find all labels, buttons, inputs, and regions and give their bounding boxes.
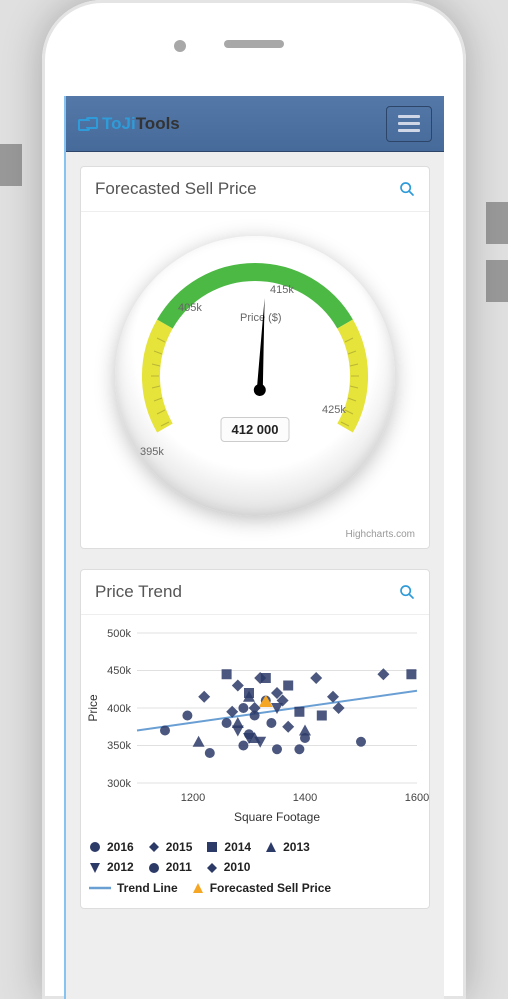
chart-legend: 2016 2015 2014 2013 2012 2011 2010 Trend… bbox=[81, 833, 429, 908]
xtick-1600: 1600 bbox=[405, 792, 429, 804]
forecast-panel-title: Forecasted Sell Price bbox=[95, 179, 257, 199]
legend-label: 2011 bbox=[166, 857, 192, 877]
brand-prefix: ToJi bbox=[102, 114, 136, 133]
legend-2012[interactable]: 2012 bbox=[89, 857, 134, 877]
trend-panel-title: Price Trend bbox=[95, 582, 182, 602]
hamburger-icon bbox=[398, 122, 420, 125]
legend-label: 2013 bbox=[283, 837, 310, 857]
legend-label: 2015 bbox=[166, 837, 193, 857]
gauge-arcs bbox=[115, 236, 395, 516]
legend-2016[interactable]: 2016 bbox=[89, 837, 134, 857]
search-icon[interactable] bbox=[399, 181, 415, 197]
gauge-chart: 395k 405k 415k 425k Price ($) 412 000 bbox=[110, 236, 400, 536]
legend-2014[interactable]: 2014 bbox=[206, 837, 251, 857]
legend-2010[interactable]: 2010 bbox=[206, 857, 251, 877]
phone-speaker bbox=[224, 40, 284, 48]
forecast-panel-body: 395k 405k 415k 425k Price ($) 412 000 Hi… bbox=[81, 212, 429, 548]
xtick-1200: 1200 bbox=[181, 792, 205, 804]
brand-text: ToJiTools bbox=[102, 114, 180, 134]
bg-rect bbox=[0, 144, 22, 186]
ytick-400k: 400k bbox=[107, 703, 131, 715]
content-area: Forecasted Sell Price bbox=[66, 152, 444, 943]
logo-icon bbox=[78, 115, 98, 133]
legend-label: Forecasted Sell Price bbox=[210, 878, 331, 898]
search-icon[interactable] bbox=[399, 584, 415, 600]
gauge-tick-425k: 425k bbox=[322, 404, 346, 416]
gauge-tick-395k: 395k bbox=[140, 446, 164, 458]
app-header: ToJiTools bbox=[66, 96, 444, 152]
forecast-panel-header: Forecasted Sell Price bbox=[81, 167, 429, 212]
legend-2015[interactable]: 2015 bbox=[148, 837, 193, 857]
ytick-500k: 500k bbox=[107, 628, 131, 640]
hamburger-icon bbox=[398, 115, 420, 118]
forecast-panel: Forecasted Sell Price bbox=[80, 166, 430, 549]
trend-panel-header: Price Trend bbox=[81, 570, 429, 615]
brand-logo[interactable]: ToJiTools bbox=[78, 114, 180, 134]
legend-label: 2012 bbox=[107, 857, 134, 877]
hamburger-icon bbox=[398, 129, 420, 132]
legend-label: Trend Line bbox=[117, 878, 178, 898]
chart-credits[interactable]: Highcharts.com bbox=[346, 529, 415, 540]
trend-panel-body: 500k 450k 400k 350k 300k 1200 1400 1600 … bbox=[81, 615, 429, 908]
gauge-axis-label: Price ($) bbox=[240, 312, 282, 324]
phone-camera bbox=[174, 40, 186, 52]
x-axis-label: Square Footage bbox=[234, 810, 320, 824]
gauge-tick-405k: 405k bbox=[178, 302, 202, 314]
trend-panel: Price Trend bbox=[80, 569, 430, 909]
app-screen: ToJiTools Forecasted Sell Price bbox=[64, 96, 444, 999]
phone-frame: ToJiTools Forecasted Sell Price bbox=[42, 0, 466, 999]
legend-2011[interactable]: 2011 bbox=[148, 857, 192, 877]
hamburger-menu-button[interactable] bbox=[386, 106, 432, 142]
scatter-chart: 500k 450k 400k 350k 300k 1200 1400 1600 … bbox=[81, 623, 429, 833]
xtick-1400: 1400 bbox=[293, 792, 317, 804]
gauge-value: 412 000 bbox=[221, 417, 290, 442]
legend-forecast[interactable]: Forecasted Sell Price bbox=[192, 878, 331, 898]
scatter-points bbox=[160, 668, 416, 758]
legend-label: 2016 bbox=[107, 837, 134, 857]
y-axis-label: Price bbox=[86, 694, 100, 722]
legend-trend-line[interactable]: Trend Line bbox=[89, 878, 178, 898]
legend-label: 2010 bbox=[224, 857, 251, 877]
bg-rect bbox=[486, 202, 508, 244]
legend-label: 2014 bbox=[224, 837, 251, 857]
ytick-350k: 350k bbox=[107, 740, 131, 752]
legend-2013[interactable]: 2013 bbox=[265, 837, 310, 857]
ytick-300k: 300k bbox=[107, 778, 131, 790]
brand-suffix: Tools bbox=[136, 114, 180, 133]
gauge-tick-415k: 415k bbox=[270, 284, 294, 296]
scatter-svg: 500k 450k 400k 350k 300k 1200 1400 1600 … bbox=[81, 623, 429, 833]
ytick-450k: 450k bbox=[107, 665, 131, 677]
bg-rect bbox=[486, 260, 508, 302]
